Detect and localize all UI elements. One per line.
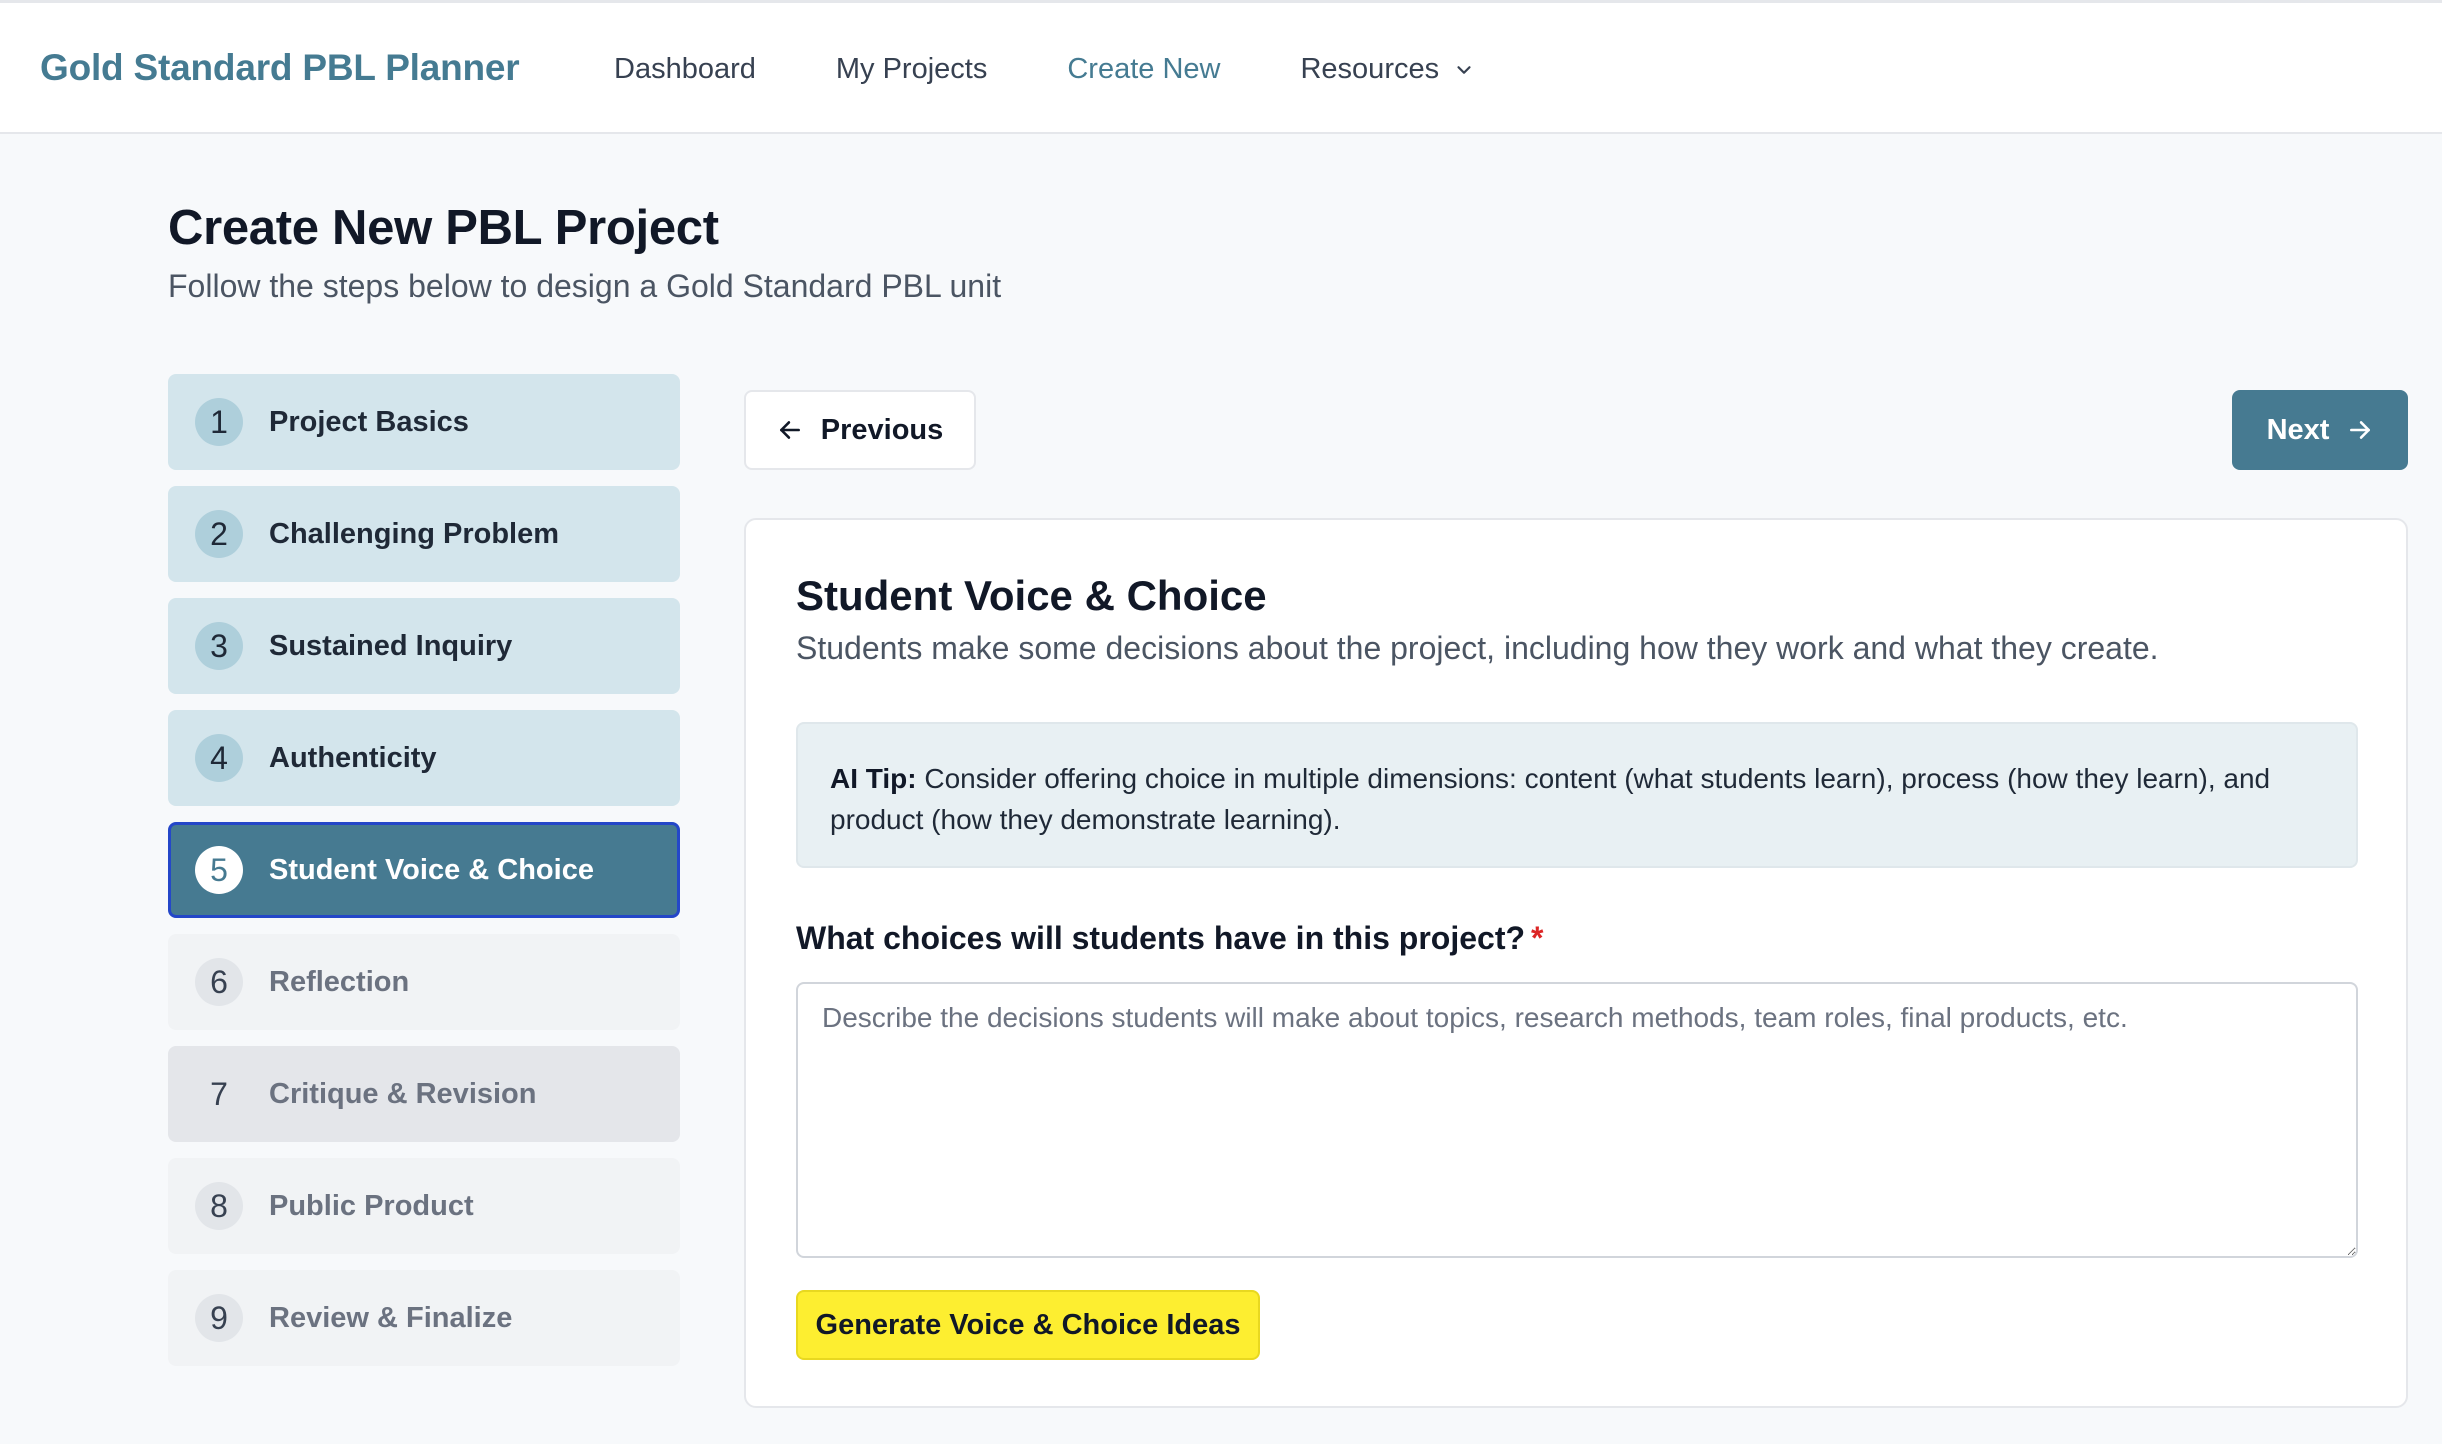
step-number: 5 (195, 846, 243, 894)
nav-resources[interactable]: Resources (1300, 53, 1475, 86)
choices-question-text: What choices will students have in this … (796, 920, 1526, 956)
step-critique-revision[interactable]: 7 Critique & Revision (168, 1046, 680, 1142)
next-button[interactable]: Next (2232, 390, 2408, 470)
step-number: 1 (195, 398, 243, 446)
step-label: Authenticity (269, 741, 437, 774)
ai-tip-box: AI Tip: Consider offering choice in mult… (796, 722, 2358, 868)
arrow-left-icon (779, 421, 800, 439)
step-reflection[interactable]: 6 Reflection (168, 934, 680, 1030)
section-title: Student Voice & Choice (796, 572, 1267, 619)
nav-create-new[interactable]: Create New (1067, 53, 1220, 86)
steps-sidebar: 1 Project Basics 2 Challenging Problem 3… (168, 374, 680, 1382)
step-label: Reflection (269, 965, 410, 998)
top-navbar: Gold Standard PBL Planner Dashboard My P… (0, 0, 2442, 134)
previous-button[interactable]: Previous (744, 390, 976, 470)
step-label: Public Product (269, 1189, 474, 1222)
step-label: Student Voice & Choice (269, 853, 594, 886)
next-button-label: Next (2266, 413, 2330, 446)
ai-tip-text: Consider offering choice in multiple dim… (830, 763, 2271, 835)
chevron-down-icon (1457, 65, 1471, 74)
step-label: Critique & Revision (269, 1077, 537, 1110)
generate-ideas-button[interactable]: Generate Voice & Choice Ideas (796, 1290, 1260, 1360)
step-label: Challenging Problem (269, 517, 560, 550)
step-number: 2 (195, 510, 243, 558)
main-nav: Dashboard My Projects Create New Resourc… (614, 53, 1555, 86)
step-public-product[interactable]: 8 Public Product (168, 1158, 680, 1254)
step-authenticity[interactable]: 4 Authenticity (168, 710, 680, 806)
required-asterisk: * (1531, 920, 1544, 956)
step-label: Review & Finalize (269, 1301, 513, 1334)
step-number: 3 (195, 622, 243, 670)
page-title: Create New PBL Project (168, 201, 719, 255)
step-number: 9 (195, 1294, 243, 1342)
section-description: Students make some decisions about the p… (796, 630, 2159, 666)
arrow-right-icon (2350, 421, 2371, 439)
step-label: Project Basics (269, 405, 469, 438)
choices-question-label: What choices will students have in this … (796, 920, 1543, 957)
ai-tip-label: AI Tip: (830, 763, 917, 794)
step-number: 4 (195, 734, 243, 782)
step-project-basics[interactable]: 1 Project Basics (168, 374, 680, 470)
student-choices-textarea[interactable] (796, 982, 2358, 1258)
nav-resources-label: Resources (1300, 53, 1440, 85)
step-number: 7 (195, 1070, 243, 1118)
app-logo-title[interactable]: Gold Standard PBL Planner (40, 47, 520, 89)
page-subtitle: Follow the steps below to design a Gold … (168, 268, 1002, 304)
step-challenging-problem[interactable]: 2 Challenging Problem (168, 486, 680, 582)
step-label: Sustained Inquiry (269, 629, 513, 662)
previous-button-label: Previous (820, 413, 944, 446)
step-number: 8 (195, 1182, 243, 1230)
step-student-voice-choice[interactable]: 5 Student Voice & Choice (168, 822, 680, 918)
step-sustained-inquiry[interactable]: 3 Sustained Inquiry (168, 598, 680, 694)
nav-dashboard[interactable]: Dashboard (614, 53, 756, 86)
step-number: 6 (195, 958, 243, 1006)
step-content-card: Student Voice & Choice Students make som… (744, 518, 2408, 1408)
nav-my-projects[interactable]: My Projects (836, 53, 987, 86)
step-review-finalize[interactable]: 9 Review & Finalize (168, 1270, 680, 1366)
